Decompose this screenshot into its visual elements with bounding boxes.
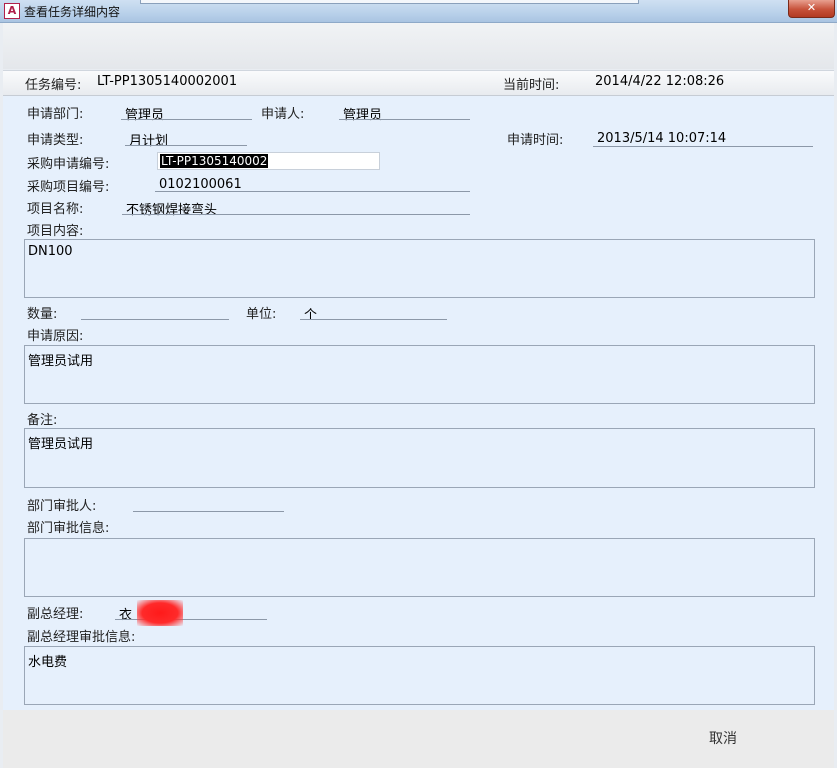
unit-label: 单位:	[246, 307, 277, 322]
close-button[interactable]: ✕	[788, 0, 835, 18]
reason-textarea[interactable]: 管理员试用	[24, 345, 815, 404]
applicant-label: 申请人:	[261, 107, 305, 122]
qty-label: 数量:	[27, 307, 58, 322]
current-time-label: 当前时间:	[503, 78, 560, 93]
reason-label: 申请原因:	[27, 329, 84, 344]
purchase-no-label: 采购申请编号:	[27, 157, 110, 172]
apply-time-label: 申请时间:	[507, 133, 564, 148]
item-name-value: 不锈钢焊接弯头	[126, 203, 218, 218]
dept-approval-info-label: 部门审批信息:	[27, 521, 110, 536]
vp-approval-info-label: 副总经理审批信息:	[27, 630, 136, 645]
item-no-value: 0102100061	[159, 177, 242, 192]
dept-approver-label: 部门审批人:	[27, 499, 97, 514]
purchase-no-selected-text: LT-PP1305140002	[160, 154, 269, 168]
toolbar-area	[3, 23, 834, 69]
purchase-no-input[interactable]: LT-PP1305140002	[157, 152, 380, 170]
current-time-value: 2014/4/22 12:08:26	[595, 74, 725, 89]
title-strip	[140, 0, 639, 4]
type-field[interactable]	[125, 145, 247, 146]
remark-label: 备注:	[27, 413, 58, 428]
applicant-field[interactable]	[339, 119, 470, 120]
item-content-textarea[interactable]: DN100	[24, 239, 815, 298]
unit-field[interactable]	[300, 319, 447, 320]
task-no-label: 任务编号:	[25, 78, 82, 93]
dept-label: 申请部门:	[27, 107, 84, 122]
item-no-field[interactable]	[155, 191, 470, 192]
item-content-label: 项目内容:	[27, 224, 84, 239]
dept-value: 管理员	[125, 108, 165, 123]
type-label: 申请类型:	[27, 133, 84, 148]
type-value: 月计划	[129, 134, 169, 149]
close-icon: ✕	[806, 1, 817, 14]
apply-time-field[interactable]	[593, 146, 813, 147]
item-no-label: 采购项目编号:	[27, 180, 110, 195]
remark-textarea[interactable]: 管理员试用	[24, 428, 815, 488]
item-name-field[interactable]	[122, 214, 470, 215]
item-name-label: 项目名称:	[27, 202, 84, 217]
dept-approver-field[interactable]	[133, 511, 284, 512]
dept-approval-info-textarea[interactable]	[24, 538, 815, 597]
vp-value: 衣	[119, 608, 133, 623]
redaction-mark	[137, 600, 183, 626]
task-no-value: LT-PP1305140002001	[97, 74, 238, 89]
app-icon: A	[4, 3, 20, 19]
unit-value: 个	[304, 308, 318, 323]
qty-field[interactable]	[81, 319, 229, 320]
window-title: 查看任务详细内容	[24, 5, 121, 19]
applicant-value: 管理员	[343, 108, 383, 123]
window-titlebar: A 查看任务详细内容 ✕	[0, 0, 837, 23]
vp-approval-info-textarea[interactable]: 水电费	[24, 646, 815, 705]
dept-field[interactable]	[121, 119, 252, 120]
cancel-button[interactable]: 取消	[694, 728, 752, 750]
vp-label: 副总经理:	[27, 607, 84, 622]
apply-time-value: 2013/5/14 10:07:14	[597, 131, 727, 146]
